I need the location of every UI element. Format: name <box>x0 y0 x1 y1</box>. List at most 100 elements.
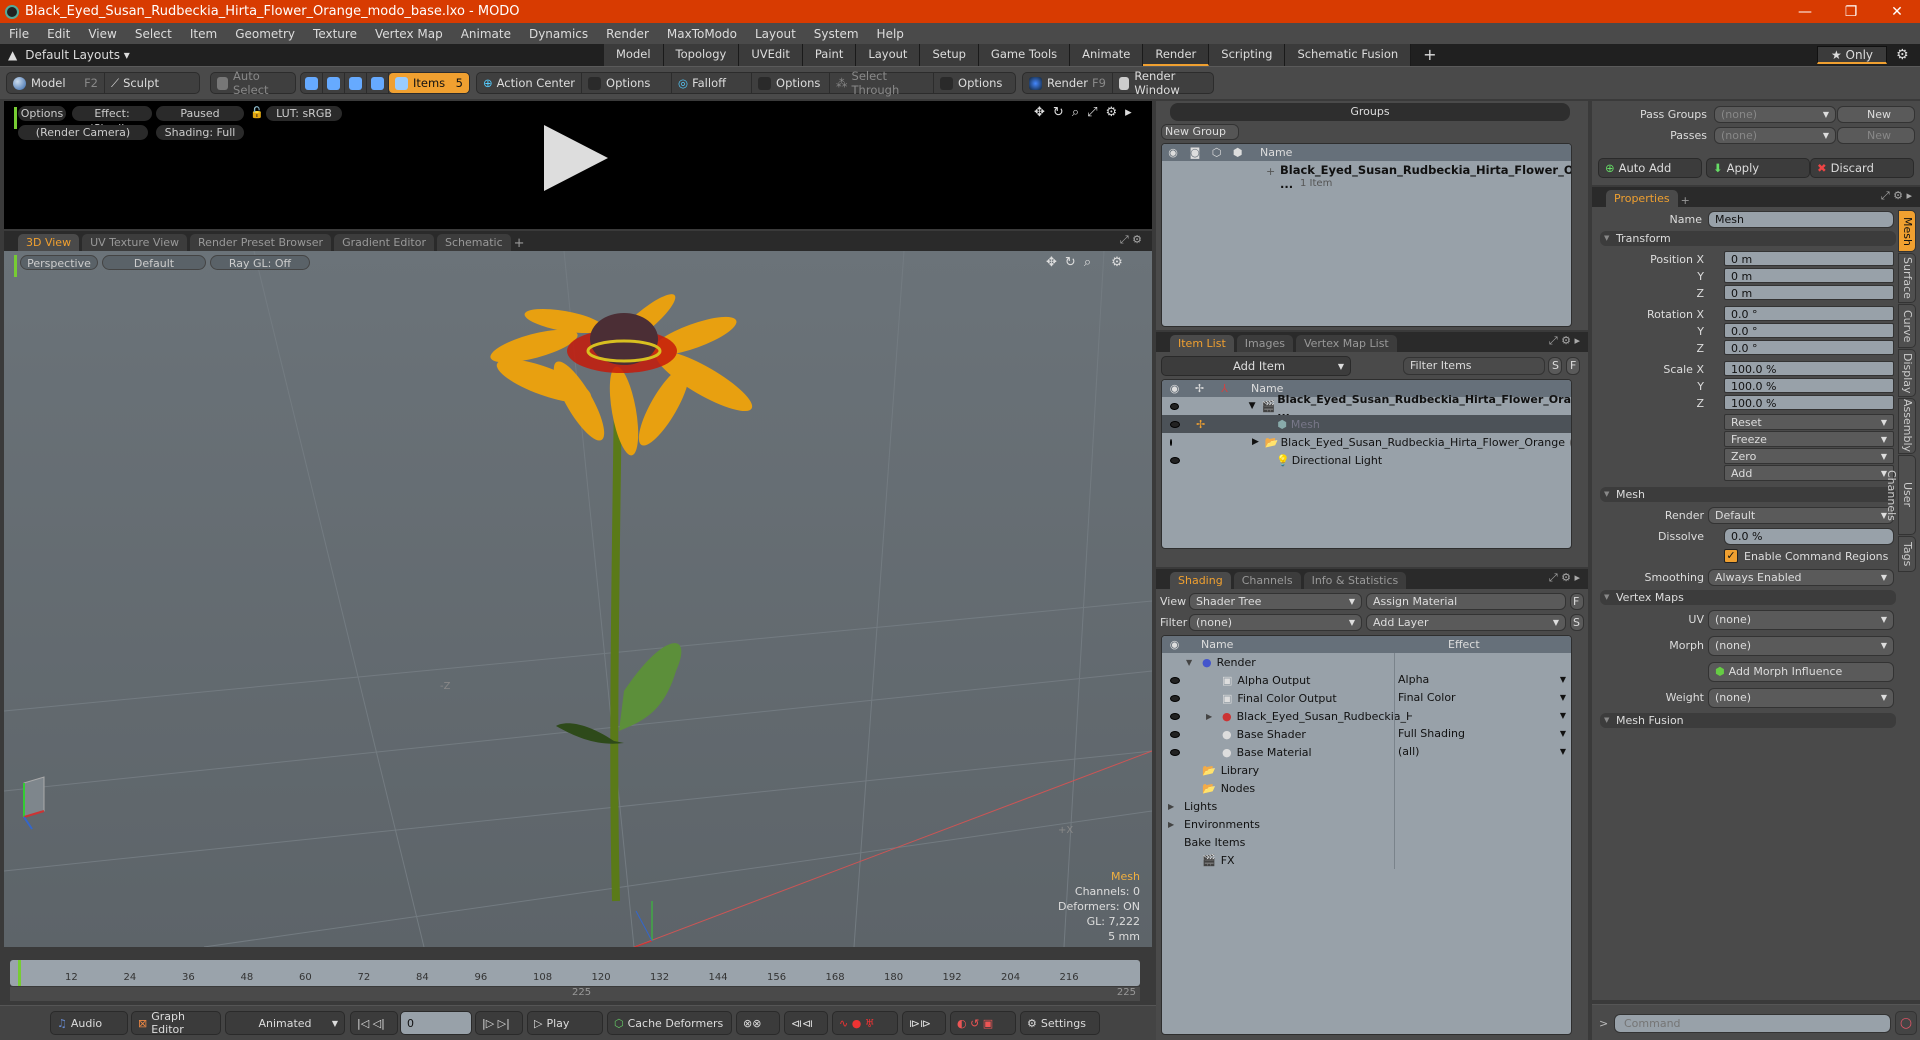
menu-system[interactable]: System <box>805 27 868 41</box>
timeline-range[interactable]: 225 225 <box>10 987 1140 1001</box>
layout-tab-layout[interactable]: Layout <box>856 44 921 66</box>
freeze-dropdown[interactable]: Freeze <box>1724 431 1894 447</box>
eye-icon[interactable] <box>1169 676 1180 684</box>
add-view-tab-button[interactable]: + <box>514 236 525 251</box>
scale-x-input[interactable]: 100.0 % <box>1724 361 1894 376</box>
zero-dropdown[interactable]: Zero <box>1724 448 1894 464</box>
eye-icon[interactable] <box>1169 712 1180 720</box>
rotate-icon[interactable]: ↻ <box>1065 255 1076 270</box>
add-dropdown[interactable]: Add <box>1724 465 1894 481</box>
perspective-dropdown[interactable]: Perspective <box>20 255 98 270</box>
discard-button[interactable]: ✖ Discard <box>1810 158 1914 178</box>
side-tab-surface[interactable]: Surface <box>1898 253 1916 303</box>
default-layouts-dropdown[interactable]: Default Layouts ▾ <box>25 48 130 62</box>
render-options-button[interactable]: Options <box>18 106 66 121</box>
eye-icon[interactable] <box>1170 456 1180 464</box>
falloff-button[interactable]: ◎ Falloff <box>672 73 753 93</box>
lock-icon[interactable]: ⬡ <box>1206 146 1227 159</box>
select-through-button[interactable]: ⁂ Select Through <box>830 69 935 97</box>
zoom-icon[interactable]: ⌕ <box>1084 255 1091 270</box>
name-input[interactable]: Mesh <box>1708 211 1894 228</box>
group-row[interactable]: + Black_Eyed_Susan_Rudbeckia_Hirta_Flowe… <box>1162 161 1571 197</box>
visibility-icon[interactable]: ◉ <box>1162 146 1184 159</box>
render-dropdown[interactable]: Default <box>1708 507 1894 524</box>
menu-vertex-map[interactable]: Vertex Map <box>366 27 452 41</box>
item-row-scene[interactable]: ▼ 🎬 Black_Eyed_Susan_Rudbeckia_Hirta_Flowe… <box>1162 393 1571 419</box>
view-dropdown[interactable]: Shader Tree <box>1189 593 1362 610</box>
position-x-input[interactable]: 0 m <box>1724 251 1894 266</box>
effect-cell[interactable] <box>1394 779 1571 797</box>
layout-tab-paint[interactable]: Paint <box>802 44 857 66</box>
shading-dropdown[interactable]: Shading: Full <box>156 125 244 140</box>
transform-icon[interactable]: ✢ <box>1187 382 1212 395</box>
visibility-icon[interactable]: ◉ <box>1162 638 1187 651</box>
pan-icon[interactable]: ✥ <box>1046 255 1057 270</box>
tab-info-statistics[interactable]: Info & Statistics <box>1303 572 1407 589</box>
tab-render-preset-browser[interactable]: Render Preset Browser <box>190 234 332 251</box>
tab-properties[interactable]: Properties <box>1606 190 1678 207</box>
falloff-options-button[interactable]: Options <box>752 73 831 93</box>
shader-row[interactable]: ▼ ● Render <box>1162 653 1571 671</box>
effect-cell[interactable] <box>1394 815 1571 833</box>
eye-icon[interactable] <box>1169 694 1180 702</box>
gear-icon[interactable]: ⚙ <box>1111 255 1123 270</box>
render-preview[interactable]: Options Effect: (Shadi... Paused 🔓 LUT: … <box>4 101 1152 229</box>
side-tab-assembly[interactable]: Assembly <box>1898 398 1916 454</box>
f-button[interactable]: F <box>1570 593 1584 610</box>
s-button[interactable]: S <box>1548 357 1562 375</box>
smoothing-dropdown[interactable]: Always Enabled <box>1708 569 1894 586</box>
select-polygons-button[interactable] <box>345 73 367 93</box>
go-to-start-button[interactable]: |◁ ◁| <box>350 1011 398 1035</box>
action-center-button[interactable]: ⊕ Action Center <box>477 73 583 93</box>
select-icon[interactable]: ⬢ <box>1227 146 1248 159</box>
settings-button[interactable]: ⚙ Settings <box>1020 1011 1100 1035</box>
menu-render[interactable]: Render <box>597 27 658 41</box>
close-button[interactable]: ✕ <box>1874 4 1920 20</box>
play-render-icon[interactable] <box>544 125 608 191</box>
collapse-arrow-icon[interactable]: ▲ <box>0 48 25 62</box>
layout-tab-setup[interactable]: Setup <box>920 44 979 66</box>
panel-gear-icon[interactable]: ⤢ ⚙ ▸ <box>1549 334 1580 348</box>
tab-shading[interactable]: Shading <box>1170 572 1231 589</box>
shader-row[interactable]: ▶ Lights <box>1162 797 1571 815</box>
go-to-end-button[interactable]: |▷ ▷| <box>475 1011 523 1035</box>
shader-row[interactable]: ● Base Shader Full Shading ▼ <box>1162 725 1571 743</box>
transform-selected-icon[interactable]: ✢ <box>1196 418 1205 431</box>
menu-dynamics[interactable]: Dynamics <box>520 27 597 41</box>
rotation-y-input[interactable]: 0.0 ° <box>1724 323 1894 338</box>
add-morph-influence-button[interactable]: ⬢ Add Morph Influence <box>1708 662 1894 682</box>
menu-help[interactable]: Help <box>868 27 913 41</box>
enable-command-regions-checkbox[interactable]: ✓ <box>1724 549 1738 563</box>
filter-dropdown[interactable]: (none) <box>1189 614 1362 631</box>
select-through-options-button[interactable]: Options <box>934 73 1008 93</box>
effect-cell[interactable] <box>1394 833 1571 851</box>
record-macro-icon[interactable]: ○ <box>1895 1011 1917 1035</box>
only-toggle[interactable]: ★ Only <box>1817 46 1887 64</box>
effect-cell[interactable]: Full Shading ▼ <box>1394 725 1571 743</box>
shader-row[interactable]: ● Base Material (all) ▼ <box>1162 743 1571 761</box>
position-z-input[interactable]: 0 m <box>1724 285 1894 300</box>
select-materials-button[interactable] <box>367 73 389 93</box>
rotation-x-input[interactable]: 0.0 ° <box>1724 306 1894 321</box>
rotation-z-input[interactable]: 0.0 ° <box>1724 340 1894 355</box>
new-pass-button[interactable]: New <box>1837 127 1915 144</box>
side-tab-display[interactable]: Display <box>1898 349 1916 397</box>
zoom-icon[interactable]: ⌕ <box>1072 105 1079 120</box>
current-frame-marker[interactable] <box>18 960 21 986</box>
menu-view[interactable]: View <box>79 27 125 41</box>
scale-y-input[interactable]: 100.0 % <box>1724 378 1894 393</box>
render-icon[interactable]: ◙ <box>1184 146 1206 159</box>
items-mode-button[interactable]: Items 5 <box>389 73 469 93</box>
key-buttons[interactable]: ⊗⊗ <box>736 1011 780 1035</box>
tab-3d-view[interactable]: 3D View <box>18 234 80 251</box>
layout-tab-game-tools[interactable]: Game Tools <box>978 44 1071 66</box>
tab-schematic[interactable]: Schematic <box>437 234 511 251</box>
effect-cell[interactable]: Alpha ▼ <box>1394 671 1571 689</box>
scale-z-input[interactable]: 100.0 % <box>1724 395 1894 410</box>
layout-tab-scripting[interactable]: Scripting <box>1209 44 1286 66</box>
passes-dropdown[interactable]: (none) <box>1714 127 1836 144</box>
menu-select[interactable]: Select <box>126 27 181 41</box>
dissolve-input[interactable]: 0.0 % <box>1724 528 1894 545</box>
position-y-input[interactable]: 0 m <box>1724 268 1894 283</box>
sculpt-mode-button[interactable]: ⟋ Sculpt <box>105 73 165 93</box>
